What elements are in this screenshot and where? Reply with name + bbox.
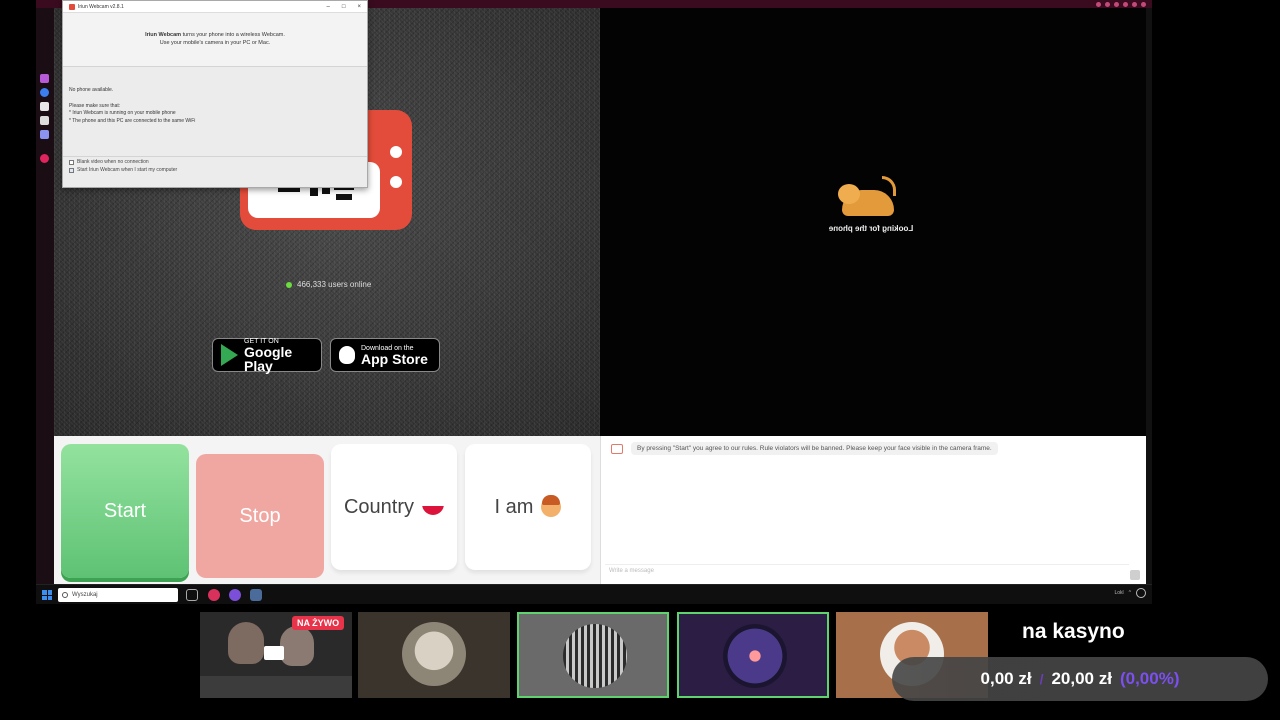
app-store-label: App Store — [361, 350, 428, 367]
online-counter: 466,333 users online — [286, 280, 371, 289]
taskbar-search-label: Wyszukaj — [72, 592, 98, 598]
iriun-hint-1: * Iriun Webcam is running on your mobile… — [69, 110, 176, 116]
tv-knob-icon — [390, 176, 402, 188]
goal-current: 0,00 zł — [980, 669, 1032, 688]
poland-flag-icon — [422, 499, 445, 515]
tray-chevron-icon[interactable]: ^ — [1129, 590, 1131, 596]
country-label: Country — [343, 495, 415, 518]
iriun-webcam-window: Iriun Webcam v2.8.1 – □ × Iriun Webcam t… — [62, 0, 368, 188]
i-am-label: I am — [494, 495, 534, 518]
iriun-hint-title: Please make sure that: — [69, 102, 121, 109]
discord-icon[interactable] — [40, 130, 49, 139]
viewer-tile — [677, 612, 829, 698]
tiktok-icon[interactable] — [40, 102, 49, 111]
rules-notice-text: By pressing "Start" you agree to our rul… — [631, 442, 998, 455]
opera-icon[interactable] — [208, 589, 220, 601]
streamer-avatar — [280, 626, 314, 666]
sidebar-app-icon[interactable] — [40, 74, 49, 83]
viewer-tile — [358, 612, 510, 698]
i-am-button[interactable]: I am — [465, 444, 591, 570]
maximize-button[interactable]: □ — [342, 4, 346, 10]
google-play-button[interactable]: GET IT ON Google Play — [212, 338, 322, 374]
iriun-hint-2: * The phone and this PC are connected to… — [69, 117, 196, 124]
country-button[interactable]: Country — [331, 444, 457, 570]
webcam-icon — [264, 646, 284, 660]
cat-avatar — [402, 622, 466, 686]
live-badge: NA ŻYWO — [292, 616, 345, 630]
chat-panel: By pressing "Start" you agree to our rul… — [600, 436, 1146, 584]
iriun-status-area: No phone available. Please make sure tha… — [63, 67, 367, 157]
goal-title: na kasyno — [1022, 620, 1125, 643]
person-emoji-icon — [541, 495, 562, 517]
app-store-button[interactable]: Download on the App Store — [330, 338, 440, 372]
goal-separator: / — [1039, 671, 1044, 687]
iriun-title: Iriun Webcam v2.8.1 — [78, 3, 124, 10]
apple-icon — [339, 346, 355, 364]
tray-language: Lokl — [1114, 590, 1124, 596]
viewer-tile — [517, 612, 669, 698]
stream-screen: 466,333 users online GET IT ON Google Pl… — [0, 0, 1280, 720]
taskbar-search[interactable]: Wyszukaj — [58, 588, 178, 602]
search-icon — [62, 592, 68, 598]
goal-target: 20,00 zł — [1051, 669, 1112, 688]
iriun-status: No phone available. — [69, 87, 114, 93]
blank-video-checkbox[interactable]: Blank video when no connection — [69, 159, 361, 165]
online-count: 466,333 users online — [297, 280, 372, 289]
online-dot-icon — [286, 281, 292, 288]
looking-status: Looking for the phone — [828, 224, 914, 233]
autostart-label: Start Iriun Webcam when I start my compu… — [77, 167, 178, 173]
microphone-icon[interactable] — [1130, 570, 1140, 580]
messenger-icon[interactable] — [40, 88, 49, 97]
windows-start-icon[interactable] — [42, 590, 52, 600]
tv-knob-icon — [390, 146, 402, 158]
clock-icon[interactable] — [1136, 588, 1146, 598]
browser-sidebar — [36, 8, 54, 584]
stop-label: Stop — [239, 504, 281, 527]
stop-button[interactable]: Stop — [196, 454, 324, 578]
chat-notice: By pressing "Start" you agree to our rul… — [611, 442, 998, 455]
windows-taskbar: Wyszukaj Lokl ^ — [36, 584, 1152, 604]
browser-icon[interactable] — [229, 589, 241, 601]
iriun-titlebar[interactable]: Iriun Webcam v2.8.1 – □ × — [63, 1, 367, 13]
chat-bot-icon — [611, 443, 623, 454]
autostart-checkbox[interactable]: Start Iriun Webcam when I start my compu… — [69, 167, 361, 173]
start-button[interactable]: Start — [61, 444, 189, 578]
streamer-camera: NA ŻYWO — [200, 612, 352, 698]
start-label: Start — [103, 499, 147, 522]
chat-message-input[interactable]: Write a message — [605, 564, 1129, 578]
remote-video-pane: Looking for the phone — [600, 8, 1146, 436]
streamer-avatar — [228, 622, 264, 664]
iriun-brand: Iriun Webcam — [145, 31, 182, 38]
google-play-label: Google Play — [244, 343, 293, 374]
browser-extension-icons[interactable] — [1096, 0, 1146, 8]
goal-percent: (0,00%) — [1119, 669, 1180, 688]
system-tray[interactable]: Lokl ^ — [1114, 588, 1146, 598]
google-play-icon — [221, 344, 238, 366]
x-icon[interactable] — [40, 116, 49, 125]
crowd-avatar — [563, 624, 627, 688]
iriun-taskbar-icon[interactable] — [250, 589, 262, 601]
goal-progress-bar: 0,00 zł / 20,00 zł (0,00%) — [892, 657, 1268, 701]
record-icon[interactable] — [40, 154, 49, 163]
cat-loading-icon — [836, 176, 900, 218]
iriun-app-icon — [69, 3, 75, 10]
control-panel: Start Stop Country I am — [54, 436, 600, 584]
iriun-tagline: turns your phone into a wireless Webcam. — [181, 31, 285, 38]
hands-avatar — [723, 624, 787, 688]
blank-video-label: Blank video when no connection — [77, 159, 149, 165]
minimize-button[interactable]: – — [327, 4, 330, 10]
task-view-icon[interactable] — [186, 589, 198, 601]
close-button[interactable]: × — [357, 4, 361, 10]
iriun-subtagline: Use your mobile's camera in your PC or M… — [159, 39, 271, 46]
iriun-header: Iriun Webcam turns your phone into a wir… — [63, 13, 367, 67]
webcam-strip: NA ŻYWO — [200, 612, 990, 698]
